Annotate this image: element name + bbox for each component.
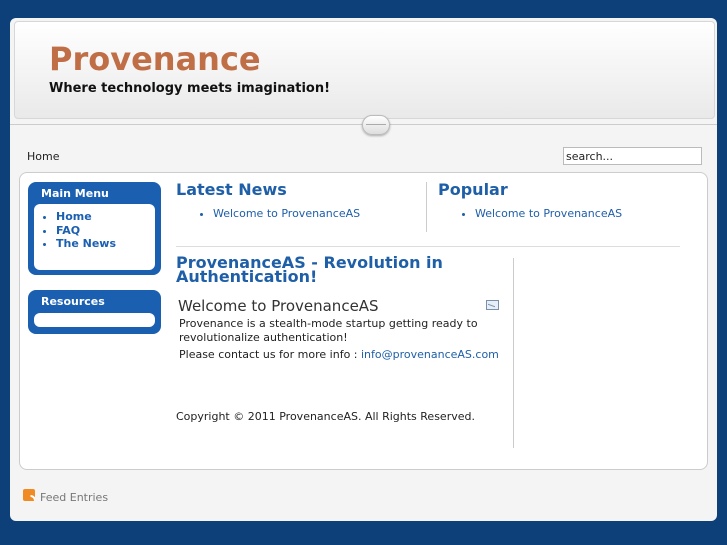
main-menu-item-home[interactable]: Home (56, 210, 155, 224)
resources-module: Resources (28, 290, 161, 334)
latest-news-list: Welcome to ProvenanceAS (176, 207, 360, 220)
resources-panel (34, 313, 155, 327)
breadcrumb-home[interactable]: Home (27, 150, 59, 163)
section-divider (176, 246, 680, 247)
main-menu-panel: Home FAQ The News (34, 204, 155, 270)
contact-prefix: Please contact us for more info : (179, 348, 358, 361)
contact-email-link[interactable]: info@provenanceAS.com (361, 348, 499, 361)
article-body: Provenance is a stealth-mode startup get… (179, 317, 478, 344)
latest-news-title: Latest News (176, 180, 287, 199)
content-right-divider (513, 258, 514, 448)
copyright-text: Copyright © 2011 ProvenanceAS. All Right… (176, 410, 475, 423)
article-contact: Please contact us for more info : info@p… (179, 348, 499, 362)
site-header: Provenance Where technology meets imagin… (14, 21, 715, 119)
rss-feed-icon[interactable] (23, 489, 35, 501)
popular-title: Popular (438, 180, 508, 199)
article-heading: Welcome to ProvenanceAS (178, 297, 379, 315)
feed-entries-link[interactable]: Feed Entries (40, 491, 108, 504)
main-menu-item-faq[interactable]: FAQ (56, 224, 155, 238)
main-menu-module: Main Menu Home FAQ The News (28, 182, 161, 275)
article-title[interactable]: ProvenanceAS - Revolution in Authenticat… (176, 255, 456, 285)
popular-list: Welcome to ProvenanceAS (438, 207, 622, 220)
site-title[interactable]: Provenance (49, 40, 261, 78)
email-icon[interactable] (486, 300, 499, 310)
main-menu-title: Main Menu (41, 187, 109, 200)
site-slogan: Where technology meets imagination! (49, 81, 331, 96)
page-container: Provenance Where technology meets imagin… (10, 18, 717, 521)
search-input[interactable] (563, 147, 702, 165)
main-menu-item-news[interactable]: The News (56, 237, 155, 251)
resources-title: Resources (41, 295, 105, 308)
separator-knob-icon (362, 115, 390, 135)
popular-item[interactable]: Welcome to ProvenanceAS (475, 207, 622, 220)
latest-news-item[interactable]: Welcome to ProvenanceAS (213, 207, 360, 220)
main-content: Main Menu Home FAQ The News Resources La… (19, 172, 708, 470)
main-menu-list: Home FAQ The News (34, 204, 155, 251)
column-divider (426, 182, 427, 232)
